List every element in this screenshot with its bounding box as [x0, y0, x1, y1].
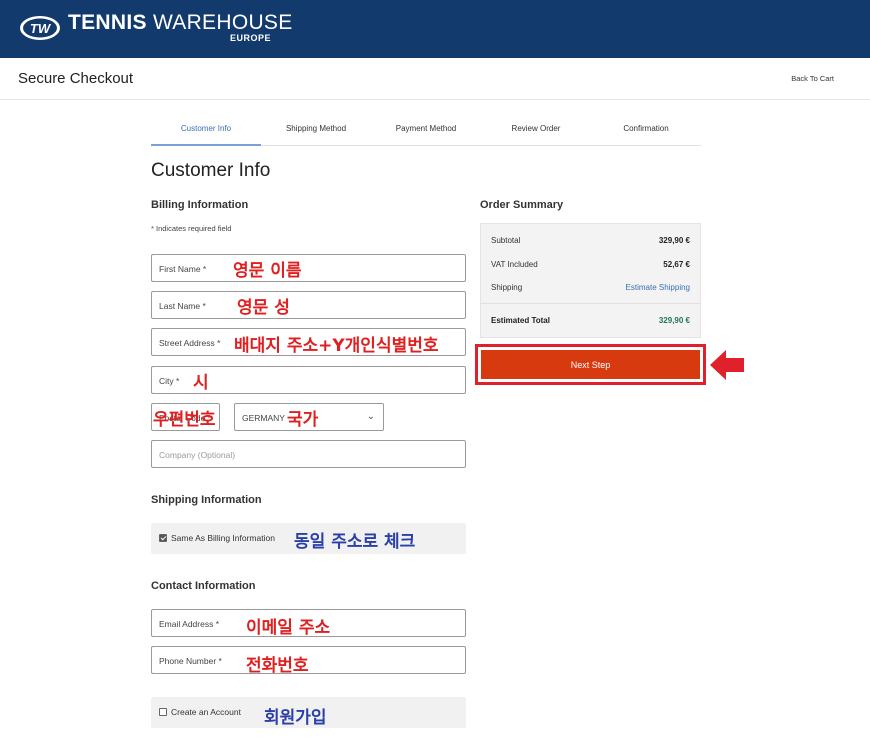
- annotation-email: 이메일 주소: [246, 618, 331, 638]
- estimate-shipping-link[interactable]: Estimate Shipping: [626, 283, 690, 292]
- country-value: GERMANY: [242, 413, 285, 423]
- annotation-postal: 우편번호: [153, 410, 216, 430]
- step-payment-method[interactable]: Payment Method: [371, 124, 481, 133]
- chevron-down-icon: ⌄: [366, 411, 375, 422]
- annotation-phone: 전화번호: [246, 656, 309, 676]
- first-name-field[interactable]: First Name *: [151, 254, 466, 282]
- vat-value: 52,67 €: [663, 260, 690, 269]
- annotation-city: 시: [193, 373, 209, 393]
- city-label: City *: [159, 376, 180, 386]
- sub-header: Secure Checkout Back To Cart: [0, 58, 870, 100]
- active-step-indicator: [151, 144, 261, 146]
- brand-name[interactable]: TENNIS WAREHOUSE: [68, 11, 293, 35]
- logo-text: TW: [30, 21, 52, 36]
- same-as-billing-checkbox[interactable]: [159, 534, 167, 542]
- same-as-billing-label: Same As Billing Information: [171, 533, 275, 543]
- annotation-street: 배대지 주소+Y개인식별번호: [234, 336, 439, 356]
- shipping-label: Shipping: [491, 283, 523, 292]
- total-label: Estimated Total: [491, 316, 550, 325]
- subtotal-row: Subtotal 329,90 €: [491, 236, 690, 245]
- checkout-steps: Customer Info Shipping Method Payment Me…: [151, 116, 701, 146]
- street-address-label: Street Address *: [159, 338, 221, 348]
- brand-sub: EUROPE: [230, 33, 272, 43]
- annotation-same-address: 동일 주소로 체크: [294, 532, 416, 552]
- annotation-country: 국가: [287, 410, 319, 430]
- arrow-left-icon: [710, 350, 744, 380]
- company-field[interactable]: Company (Optional): [151, 440, 466, 468]
- brand-bold: TENNIS: [68, 11, 147, 34]
- phone-label: Phone Number *: [159, 656, 222, 666]
- subtotal-label: Subtotal: [491, 236, 521, 245]
- back-to-cart-link[interactable]: Back To Cart: [791, 74, 834, 83]
- last-name-field[interactable]: Last Name *: [151, 291, 466, 319]
- create-account-label: Create an Account: [171, 707, 241, 717]
- step-confirmation[interactable]: Confirmation: [591, 124, 701, 133]
- contact-title: Contact Information: [151, 580, 256, 592]
- annotation-first-name: 영문 이름: [233, 261, 302, 281]
- company-placeholder: Company (Optional): [159, 450, 236, 460]
- page-heading: Secure Checkout: [18, 70, 134, 87]
- step-shipping-method[interactable]: Shipping Method: [261, 124, 371, 133]
- annotation-last-name: 영문 성: [237, 298, 290, 318]
- shipping-title: Shipping Information: [151, 494, 262, 506]
- annotation-signup: 회원가입: [264, 708, 327, 728]
- shipping-row: Shipping Estimate Shipping: [491, 283, 690, 292]
- email-label: Email Address *: [159, 619, 219, 629]
- top-bar: TW TENNIS WAREHOUSE EUROPE: [0, 0, 870, 58]
- order-summary-title: Order Summary: [480, 199, 564, 211]
- last-name-label: Last Name *: [159, 301, 206, 311]
- create-account-checkbox[interactable]: [159, 708, 167, 716]
- summary-divider: [481, 303, 700, 304]
- tw-logo-icon[interactable]: TW: [19, 15, 61, 41]
- required-note: * Indicates required field: [151, 224, 232, 233]
- vat-label: VAT Included: [491, 260, 538, 269]
- total-value: 329,90 €: [658, 316, 690, 325]
- vat-row: VAT Included 52,67 €: [491, 260, 690, 269]
- billing-title: Billing Information: [151, 199, 249, 211]
- next-step-button[interactable]: Next Step: [481, 350, 700, 379]
- main-title: Customer Info: [151, 160, 271, 181]
- total-row: Estimated Total 329,90 €: [491, 316, 690, 325]
- subtotal-value: 329,90 €: [658, 236, 690, 245]
- brand-light: WAREHOUSE: [146, 11, 293, 34]
- step-customer-info[interactable]: Customer Info: [151, 124, 261, 133]
- order-summary-box: Subtotal 329,90 € VAT Included 52,67 € S…: [480, 223, 701, 338]
- first-name-label: First Name *: [159, 264, 207, 274]
- step-review-order[interactable]: Review Order: [481, 124, 591, 133]
